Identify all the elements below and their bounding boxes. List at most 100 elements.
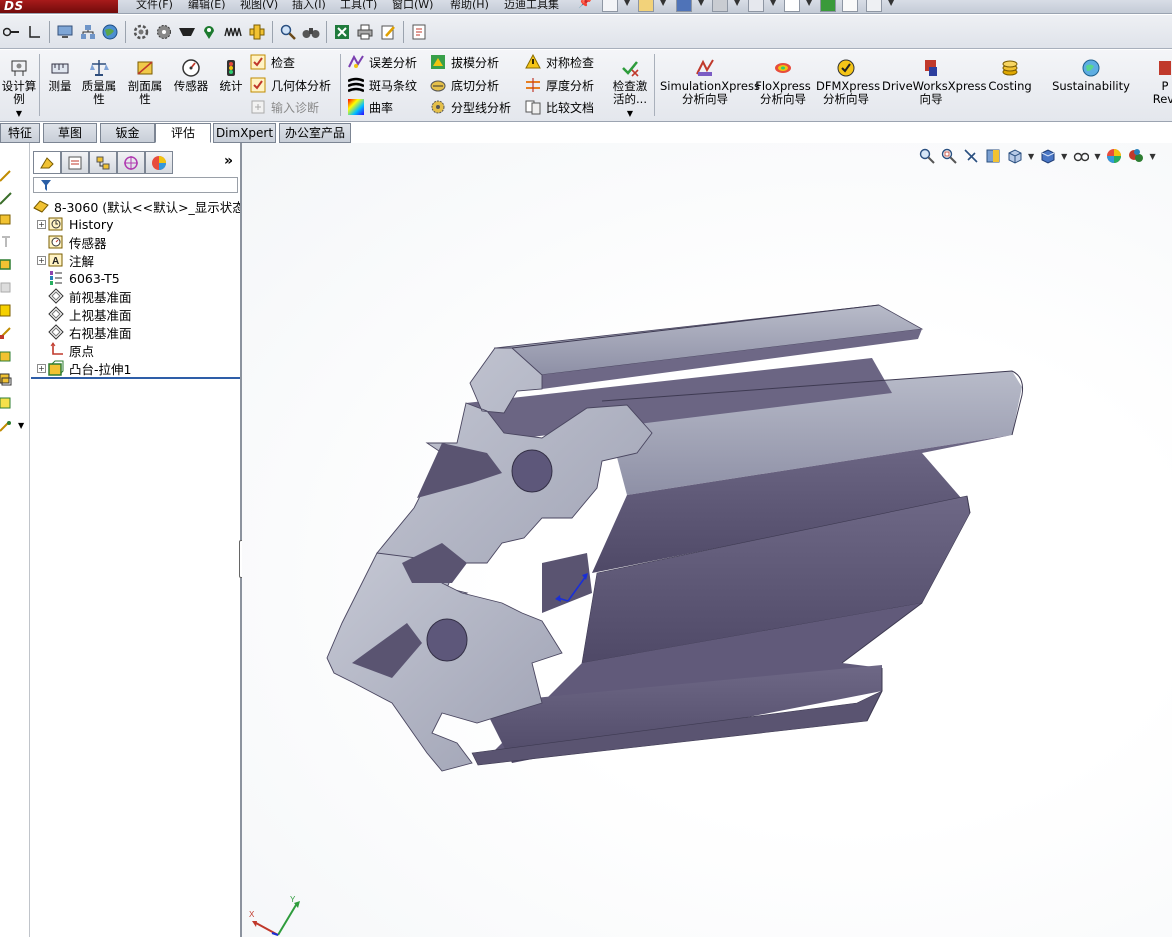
shell-icon[interactable] [0, 349, 12, 363]
chevron-down-icon[interactable]: ▼ [806, 0, 812, 7]
options-icon[interactable] [866, 0, 882, 12]
location-pin-icon[interactable] [200, 23, 218, 41]
chevron-down-icon[interactable]: ▼ [627, 109, 633, 118]
gear-icon[interactable] [132, 23, 150, 41]
geometry-analysis-button[interactable]: 几何体分析 [250, 75, 331, 95]
thickness-analysis-button[interactable]: 厚度分析 [525, 75, 594, 95]
tab-evaluate[interactable]: 评估 [155, 123, 211, 143]
menu-maidi-tools[interactable]: 迈迪工具集 [504, 0, 559, 12]
pin-icon[interactable]: 📌 [578, 0, 592, 9]
extrude-icon[interactable] [0, 257, 12, 271]
spring-icon[interactable] [224, 23, 242, 41]
chevron-down-icon[interactable]: ▼ [698, 0, 704, 7]
zoom-icon[interactable] [279, 23, 297, 41]
print-icon[interactable] [712, 0, 728, 12]
measure-button[interactable]: 测量 [44, 52, 76, 93]
tree-item-history[interactable]: + History [37, 215, 113, 233]
page-icon[interactable] [410, 23, 428, 41]
compare-documents-button[interactable]: 比较文档 [525, 97, 594, 117]
graphics-area[interactable]: ▼ ▼ ▼ ▼ X Y [242, 143, 1172, 937]
tab-property-manager[interactable] [61, 151, 89, 174]
network-icon[interactable] [79, 23, 97, 41]
file-properties-icon[interactable] [842, 0, 858, 12]
statistics-button[interactable]: 统计 [216, 52, 246, 93]
deviation-analysis-button[interactable]: 误差分析 [348, 52, 417, 72]
curvature-button[interactable]: 曲率 [348, 97, 393, 117]
driveworksxpress-button[interactable]: DriveWorksXpress 向导 [882, 52, 986, 106]
menu-insert[interactable]: 插入(I) [292, 0, 326, 12]
select-cursor-icon[interactable] [784, 0, 800, 12]
dfmxpress-button[interactable]: DFMXpress 分析向导 [816, 52, 880, 106]
tree-item-right-plane[interactable]: 右视基准面 [37, 323, 132, 341]
rollback-bar[interactable] [31, 377, 240, 379]
symmetry-check-button[interactable]: 对称检查 [525, 52, 594, 72]
key-icon[interactable] [2, 23, 20, 41]
chevron-down-icon[interactable]: ▼ [18, 421, 24, 430]
partial-review-button[interactable]: P Revi [1148, 52, 1172, 106]
menu-window[interactable]: 窗口(W) [392, 0, 433, 12]
tab-features[interactable]: 特征 [0, 123, 40, 143]
expand-toggle-icon[interactable]: + [37, 363, 46, 373]
hole-wizard-icon[interactable] [0, 419, 12, 433]
chamfer-icon[interactable] [0, 326, 12, 340]
tree-item-origin[interactable]: 原点 [37, 341, 94, 359]
check-active-document-button[interactable]: 检查激 活的... ▼ [608, 52, 652, 120]
globe-icon[interactable] [101, 23, 119, 41]
tree-item-front-plane[interactable]: 前视基准面 [37, 287, 132, 305]
tree-item-boss-extrude[interactable]: + 凸台-拉伸1 [37, 359, 131, 377]
menu-edit[interactable]: 编辑(E) [188, 0, 226, 12]
chevron-down-icon[interactable]: ▼ [734, 0, 740, 7]
fillet-icon[interactable] [0, 303, 12, 317]
collapse-panel-button[interactable]: » [224, 153, 233, 169]
sketch-line-icon[interactable] [0, 191, 12, 205]
binoculars-icon[interactable] [302, 23, 320, 41]
chevron-down-icon[interactable]: ▼ [624, 0, 630, 7]
tab-dimxpert-manager[interactable] [117, 151, 145, 174]
tab-configuration-manager[interactable] [89, 151, 117, 174]
cog-icon[interactable] [155, 23, 173, 41]
simulationxpress-button[interactable]: SimulationXpress 分析向导 [660, 52, 760, 106]
tree-item-top-plane[interactable]: 上视基准面 [37, 305, 132, 323]
menu-help[interactable]: 帮助(H) [450, 0, 489, 12]
edit-document-icon[interactable] [379, 23, 397, 41]
design-study-button[interactable]: 设计算 例 ▼ [0, 52, 38, 120]
chevron-down-icon[interactable]: ▼ [888, 0, 894, 7]
new-document-icon[interactable] [602, 0, 618, 12]
expand-toggle-icon[interactable]: + [37, 219, 46, 229]
check-button[interactable]: 检查 [250, 52, 295, 72]
pattern-icon[interactable] [0, 372, 12, 386]
tab-office-products[interactable]: 办公室产品 [279, 123, 351, 143]
aluminum-profile-3d-model[interactable] [242, 143, 1172, 937]
zebra-stripes-button[interactable]: 斑马条纹 [348, 75, 417, 95]
tab-display-manager[interactable] [145, 151, 173, 174]
open-folder-icon[interactable] [638, 0, 654, 12]
sustainability-button[interactable]: Sustainability [1050, 52, 1132, 93]
chevron-down-icon[interactable]: ▼ [770, 0, 776, 7]
parting-line-analysis-button[interactable]: 分型线分析 [430, 97, 511, 117]
chevron-down-icon[interactable]: ▼ [16, 109, 22, 118]
rebuild-icon[interactable] [820, 0, 836, 12]
costing-button[interactable]: Costing [984, 52, 1036, 93]
mirror-icon[interactable] [0, 395, 12, 409]
menu-tools[interactable]: 工具(T) [340, 0, 377, 12]
tree-item-annotations[interactable]: + A 注解 [37, 251, 94, 269]
mass-properties-button[interactable]: 质量属 性 [78, 52, 120, 106]
excel-icon[interactable] [333, 23, 351, 41]
tree-root-part[interactable]: 8-3060 (默认<<默认>_显示状态 [33, 197, 245, 215]
rectangle-icon[interactable] [0, 212, 12, 226]
sensor-button[interactable]: 传感器 [170, 52, 212, 93]
monitor-icon[interactable] [56, 23, 74, 41]
menu-file[interactable]: 文件(F) [136, 0, 173, 12]
angle-icon[interactable] [25, 23, 43, 41]
expand-toggle-icon[interactable]: + [37, 255, 46, 265]
tree-item-material[interactable]: 6063-T5 [37, 269, 120, 287]
draft-analysis-button[interactable]: 拔模分析 [430, 52, 499, 72]
tab-sheet-metal[interactable]: 钣金 [100, 123, 155, 143]
printer-icon[interactable] [356, 23, 374, 41]
tree-filter-input[interactable] [33, 177, 238, 193]
menu-view[interactable]: 视图(V) [240, 0, 278, 12]
tree-item-sensors[interactable]: 传感器 [37, 233, 107, 251]
pulley-icon[interactable] [178, 23, 196, 41]
undercut-analysis-button[interactable]: 底切分析 [430, 75, 499, 95]
floxpress-button[interactable]: FloXpress 分析向导 [754, 52, 812, 106]
